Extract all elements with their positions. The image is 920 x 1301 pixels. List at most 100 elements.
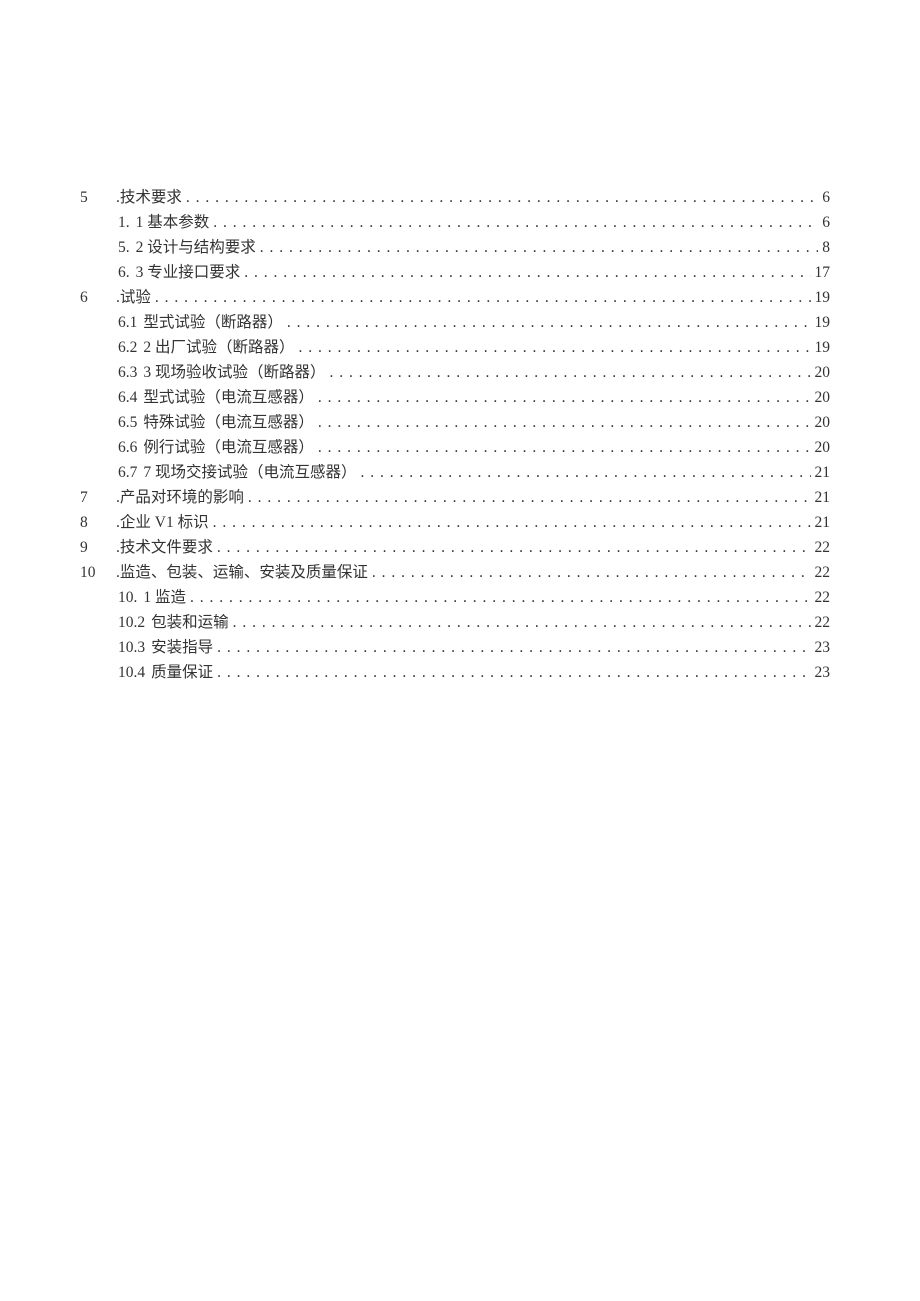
toc-entry-label: 特殊试验（电流互感器） [143,410,318,435]
toc-entry-number: 6.1 [118,310,143,335]
toc-leader-dots [155,285,811,310]
toc-leader-dots [217,635,810,660]
toc-row: 6.4型式试验（电流互感器） 20 [80,385,830,410]
toc-entry-number: 6. [118,260,136,285]
toc-leader-dots [260,235,818,260]
toc-row: 6.1型式试验（断路器） 19 [80,310,830,335]
toc-entry-label: 1 基本参数 [136,210,214,235]
toc-entry-page: 8 [818,235,830,260]
toc-entry-number: 8 [80,510,116,535]
toc-row: 6.试验 19 [80,285,830,310]
toc-entry-page: 20 [811,360,831,385]
toc-entry-label: 2 出厂试验（断路器） [143,335,298,360]
toc-entry-label: 安装指导 [151,635,217,660]
toc-entry-page: 21 [811,485,831,510]
toc-leader-dots [213,510,811,535]
toc-list: 5.技术要求61.1 基本参数65.2 设计与结构要求86.3 专业接口要求17… [80,185,830,685]
toc-entry-number: 6.3 [118,360,143,385]
toc-leader-dots [299,335,811,360]
toc-leader-dots [287,310,811,335]
toc-row: 5.2 设计与结构要求8 [80,235,830,260]
toc-entry-number: 6.5 [118,410,143,435]
toc-entry-label: 7 现场交接试验（电流互感器） [143,460,360,485]
toc-entry-page: 19 [811,310,831,335]
toc-row: 10.1 监造 22 [80,585,830,610]
toc-entry-label: 包装和运输 [151,610,233,635]
toc-entry-number: 10.2 [118,610,151,635]
toc-row: 6.33 现场验收试验（断路器） 20 [80,360,830,385]
toc-leader-dots [248,485,811,510]
toc-row: 6.77 现场交接试验（电流互感器） 21 [80,460,830,485]
toc-row: 6.5特殊试验（电流互感器） 20 [80,410,830,435]
toc-leader-dots [330,360,811,385]
toc-entry-page: 21 [811,510,831,535]
toc-entry-page: 6 [818,185,830,210]
toc-entry-number: 6.7 [118,460,143,485]
toc-entry-number: 7 [80,485,116,510]
toc-entry-page: 22 [811,560,831,585]
toc-entry-page: 22 [811,535,831,560]
toc-entry-number: 10. [118,585,143,610]
toc-leader-dots [233,610,811,635]
toc-row: 10.监造、包装、运输、安装及质量保证 22 [80,560,830,585]
toc-entry-page: 23 [811,635,831,660]
toc-entry-label: 2 设计与结构要求 [136,235,260,260]
toc-entry-page: 20 [811,385,831,410]
toc-entry-label: .监造、包装、运输、安装及质量保证 [116,560,372,585]
toc-row: 9.技术文件要求 22 [80,535,830,560]
toc-row: 5.技术要求 6 [80,185,830,210]
toc-leader-dots [190,585,810,610]
toc-entry-number: 10.3 [118,635,151,660]
toc-leader-dots [186,185,818,210]
toc-entry-label: 1 监造 [143,585,190,610]
toc-leader-dots [217,535,811,560]
toc-entry-label: 3 专业接口要求 [136,260,245,285]
toc-entry-number: 1. [118,210,136,235]
toc-leader-dots [318,385,811,410]
toc-row: 10.4质量保证 23 [80,660,830,685]
toc-page: 5.技术要求61.1 基本参数65.2 设计与结构要求86.3 专业接口要求17… [0,0,920,1301]
toc-entry-label: .产品对环境的影响 [116,485,248,510]
toc-entry-number: 6.6 [118,435,143,460]
toc-entry-label: .技术要求 [116,185,186,210]
toc-entry-number: 6 [80,285,116,310]
toc-row: 6.22 出厂试验（断路器） 19 [80,335,830,360]
toc-leader-dots [318,435,811,460]
toc-entry-page: 20 [811,410,831,435]
toc-leader-dots [372,560,811,585]
toc-entry-label: 型式试验（断路器） [143,310,287,335]
toc-entry-number: 9 [80,535,116,560]
toc-entry-number: 6.2 [118,335,143,360]
toc-leader-dots [217,660,810,685]
toc-entry-label: 质量保证 [151,660,217,685]
toc-entry-number: 5 [80,185,116,210]
toc-entry-label: 型式试验（电流互感器） [143,385,318,410]
toc-entry-number: 10.4 [118,660,151,685]
toc-row: 7.产品对环境的影响 21 [80,485,830,510]
toc-leader-dots [213,210,818,235]
toc-entry-label: 3 现场验收试验（断路器） [143,360,329,385]
toc-entry-page: 19 [811,335,831,360]
toc-row: 10.2包装和运输 22 [80,610,830,635]
toc-row: 6.3 专业接口要求 17 [80,260,830,285]
toc-leader-dots [361,460,811,485]
toc-entry-page: 22 [811,585,831,610]
toc-entry-number: 10 [80,560,116,585]
toc-row: 1.1 基本参数6 [80,210,830,235]
toc-entry-label: .试验 [116,285,155,310]
toc-leader-dots [244,260,810,285]
toc-row: 6.6例行试验（电流互感器） 20 [80,435,830,460]
toc-entry-label: .企业 V1 标识 [116,510,213,535]
toc-entry-page: 21 [811,460,831,485]
toc-entry-label: .技术文件要求 [116,535,217,560]
toc-row: 10.3安装指导 23 [80,635,830,660]
toc-entry-page: 19 [811,285,831,310]
toc-entry-label: 例行试验（电流互感器） [143,435,318,460]
toc-entry-page: 22 [811,610,831,635]
toc-entry-page: 20 [811,435,831,460]
toc-entry-number: 6.4 [118,385,143,410]
toc-leader-dots [318,410,811,435]
toc-entry-page: 23 [811,660,831,685]
toc-row: 8.企业 V1 标识 21 [80,510,830,535]
toc-entry-page: 17 [811,260,831,285]
